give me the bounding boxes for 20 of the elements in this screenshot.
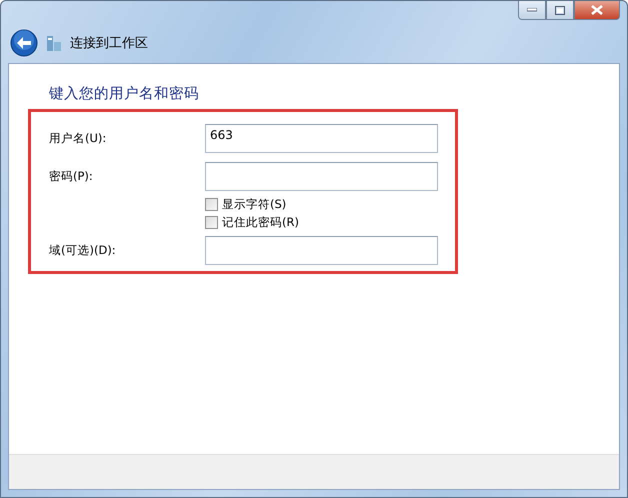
input-field[interactable]: [205, 162, 438, 191]
checkbox-label: 记住此密码(R): [222, 215, 299, 230]
input-field[interactable]: 663: [205, 124, 438, 153]
close-icon: [591, 5, 603, 15]
checkbox[interactable]: [205, 198, 218, 211]
checkbox[interactable]: [205, 216, 218, 229]
maximize-icon: [555, 6, 565, 14]
back-icon[interactable]: [10, 29, 38, 57]
input-field[interactable]: [205, 236, 438, 265]
minimize-icon: [527, 8, 537, 12]
network-icon: [46, 34, 62, 52]
maximize-button[interactable]: [546, 1, 574, 20]
minimize-button[interactable]: [518, 1, 546, 20]
field-label: 密码(P):: [49, 169, 94, 184]
checkbox-label: 显示字符(S): [222, 197, 286, 212]
field-label: 域(可选)(D):: [49, 243, 117, 258]
field-label: 用户名(U):: [49, 131, 108, 146]
close-button[interactable]: [574, 1, 620, 20]
heading: 键入您的用户名和密码: [49, 84, 200, 103]
window-title: 连接到工作区: [70, 35, 148, 52]
